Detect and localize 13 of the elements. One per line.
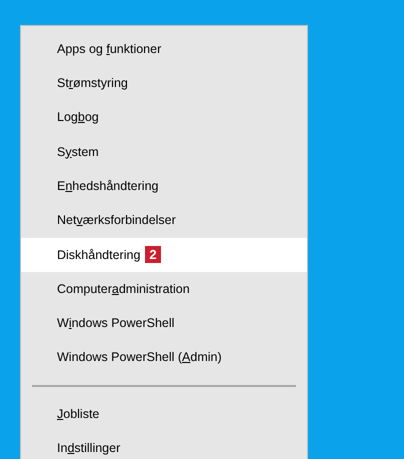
menu-item[interactable]: Netværksforbindelser (21, 203, 307, 238)
menu-item[interactable]: Jobliste (21, 396, 307, 432)
menu-item[interactable]: Enhedshåndtering (21, 169, 307, 204)
menu-item[interactable]: Logbog (21, 100, 307, 135)
menu-item[interactable]: Apps og funktioner (21, 32, 307, 66)
menu-item[interactable]: Diskhåndtering 2 (21, 238, 307, 272)
menu-item[interactable]: Windows PowerShell (21, 306, 307, 341)
menu-item[interactable]: Computeradministration (21, 272, 307, 306)
number-badge: 2 (145, 246, 161, 264)
menu-item[interactable]: Windows PowerShell (Admin) (21, 340, 307, 375)
menu-item[interactable]: Strømstyring (21, 66, 307, 101)
menu-item[interactable]: System (21, 134, 307, 170)
menu-item[interactable]: Indstillinger (21, 431, 307, 459)
